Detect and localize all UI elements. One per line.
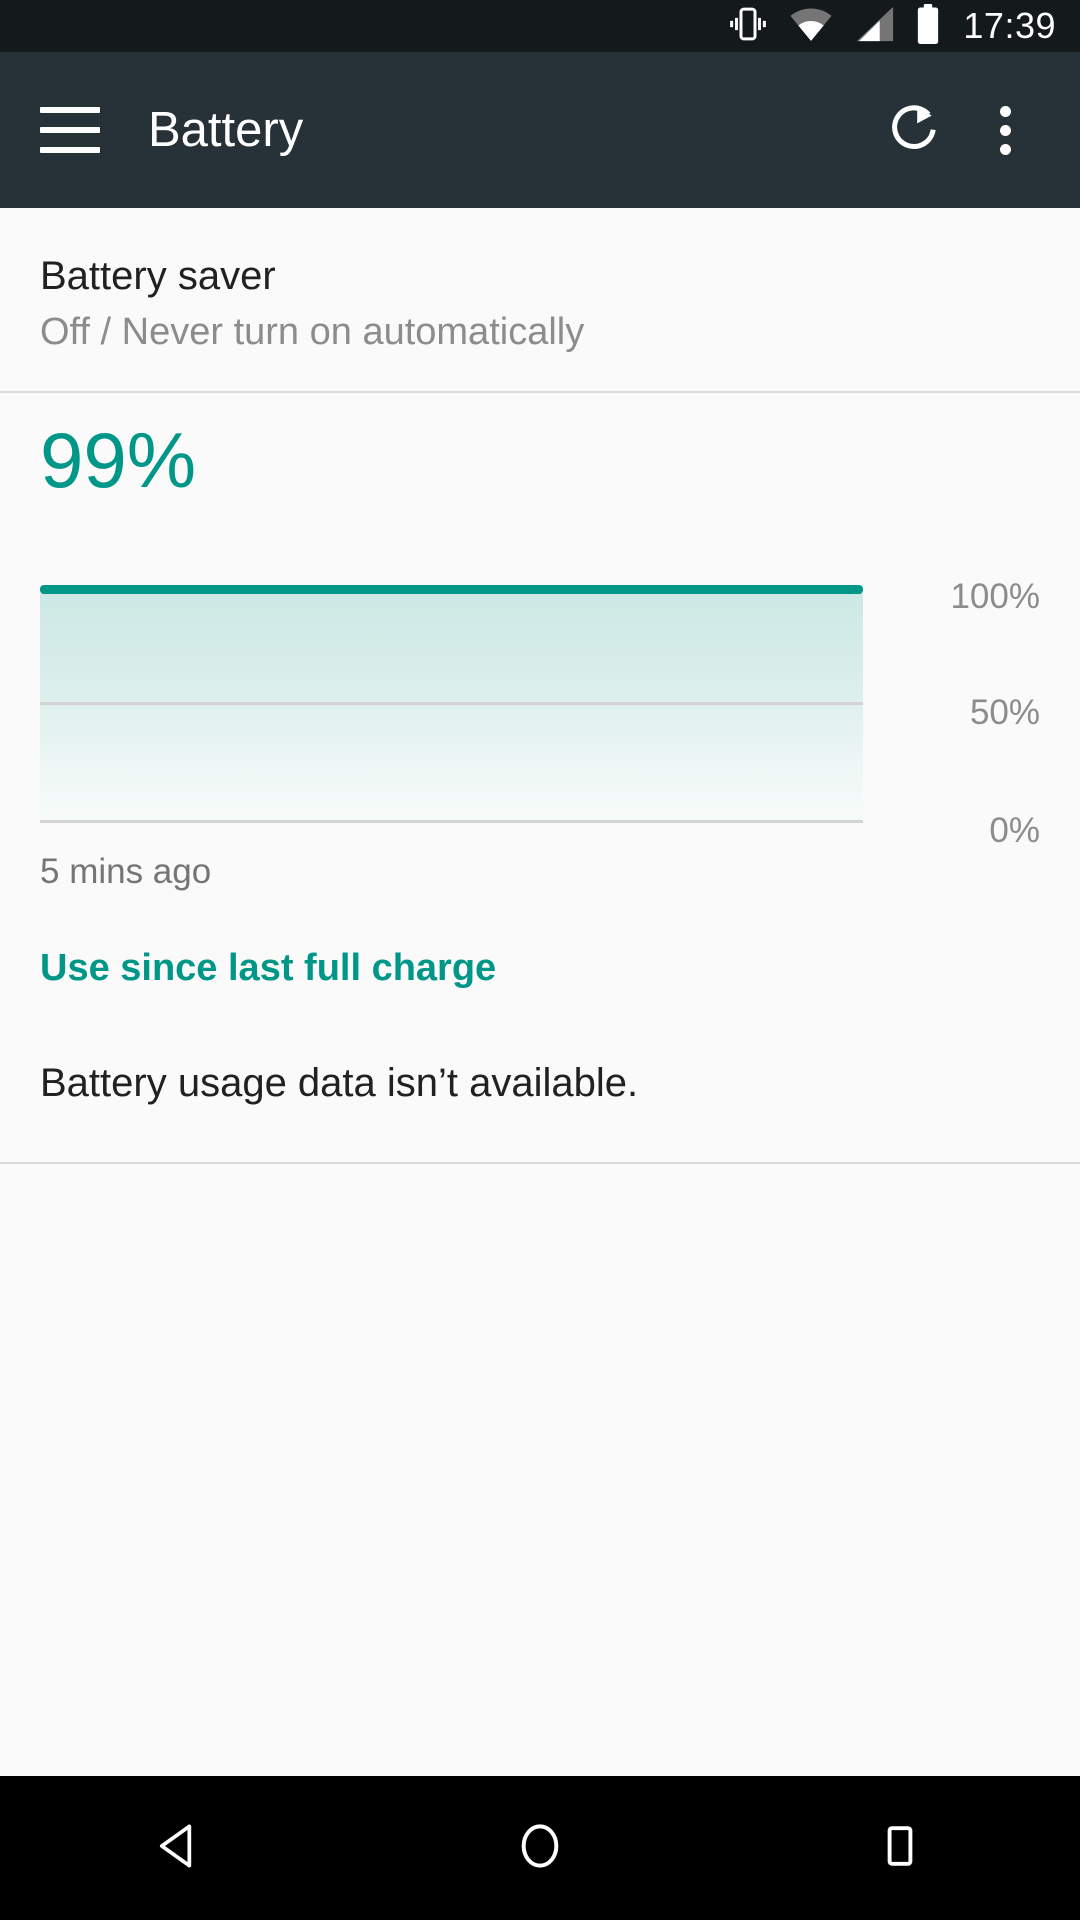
- recents-nav-button[interactable]: [810, 1776, 990, 1920]
- hamburger-menu-icon[interactable]: [40, 107, 100, 153]
- divider-bottom: [0, 1161, 1080, 1164]
- battery-usage-unavailable-message: Battery usage data isn’t available.: [40, 1060, 639, 1105]
- chart-y-tick-0: 0%: [989, 811, 1040, 851]
- status-bar-clock: 17:39: [963, 5, 1056, 46]
- settings-content: Battery saver Off / Never turn on automa…: [0, 208, 1080, 1776]
- chart-y-tick-50: 50%: [969, 693, 1040, 733]
- app-bar: Battery: [0, 52, 1080, 208]
- chart-area-fill: [40, 593, 864, 824]
- refresh-icon: [886, 99, 944, 162]
- cellular-signal-icon: [853, 4, 895, 49]
- overflow-menu-button[interactable]: [960, 85, 1050, 175]
- battery-percent-label: 99%: [40, 416, 197, 505]
- chart-level-line: [40, 585, 864, 595]
- vibrate-icon: [727, 3, 769, 50]
- wifi-icon: [789, 4, 833, 49]
- chart-gridline-0: [40, 820, 864, 824]
- battery-history-chart: 100% 50% 0%: [0, 579, 1080, 848]
- use-since-last-full-charge-link[interactable]: Use since last full charge: [0, 892, 1080, 990]
- chart-plot-area: [40, 585, 864, 831]
- chart-y-axis: 100% 50% 0%: [863, 579, 1040, 848]
- refresh-button[interactable]: [870, 85, 960, 175]
- battery-level-block: 99%: [0, 393, 1080, 499]
- navigation-bar: [0, 1776, 1080, 1920]
- battery-full-icon: [915, 3, 941, 50]
- battery-saver-title: Battery saver: [40, 254, 276, 298]
- chart-gridline-50: [40, 702, 864, 706]
- page-title: Battery: [148, 102, 304, 157]
- status-bar-icons: [727, 3, 941, 50]
- back-nav-icon: [152, 1818, 208, 1879]
- chart-y-tick-100: 100%: [950, 577, 1040, 617]
- overflow-menu-icon: [999, 105, 1011, 155]
- battery-saver-summary: Off / Never turn on automatically: [40, 310, 585, 353]
- status-bar: 17:39: [0, 0, 1080, 52]
- battery-saver-row[interactable]: Battery saver Off / Never turn on automa…: [0, 208, 1080, 391]
- home-nav-button[interactable]: [450, 1776, 630, 1920]
- recents-nav-icon: [874, 1820, 926, 1877]
- home-nav-icon: [512, 1818, 568, 1879]
- back-nav-button[interactable]: [90, 1776, 270, 1920]
- battery-settings-screen: 17:39 Battery Battery saver Off / Never …: [0, 0, 1080, 1920]
